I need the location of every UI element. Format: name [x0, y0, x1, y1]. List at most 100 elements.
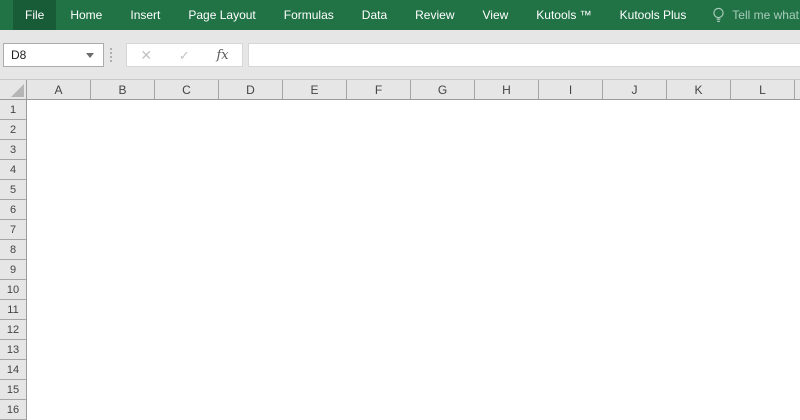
ribbon-tab[interactable]: Kutools Plus: [606, 0, 701, 30]
ribbon-tab[interactable]: Insert: [116, 0, 174, 30]
ribbon-tab-bar: File Home Insert Page Layout Formulas Da…: [0, 0, 800, 30]
ribbon-tabs: File Home Insert Page Layout Formulas Da…: [13, 0, 700, 30]
row-header[interactable]: 2: [0, 120, 26, 140]
row-header[interactable]: 9: [0, 260, 26, 280]
row-header[interactable]: 1: [0, 100, 26, 120]
row-header[interactable]: 16: [0, 400, 26, 420]
ribbon-tab-label: Insert: [130, 8, 161, 22]
row-header[interactable]: 7: [0, 220, 26, 240]
column-header-label: A: [54, 82, 63, 97]
row-header-label: 4: [9, 163, 17, 176]
column-header[interactable]: C: [155, 80, 219, 99]
ribbon-tab-label: Kutools ™: [536, 8, 592, 22]
row-header-label: 12: [6, 323, 20, 336]
row-header-label: 6: [9, 203, 17, 216]
ribbon-tab[interactable]: Home: [56, 0, 116, 30]
row-header-label: 14: [6, 363, 20, 376]
insert-function-icon[interactable]: fx: [216, 49, 228, 62]
ribbon-tab[interactable]: View: [469, 0, 523, 30]
column-header[interactable]: I: [539, 80, 603, 99]
row-header[interactable]: 13: [0, 340, 26, 360]
column-header-label: J: [631, 82, 638, 97]
row-header[interactable]: 12: [0, 320, 26, 340]
row-header[interactable]: 6: [0, 200, 26, 220]
row-header-label: 11: [7, 303, 19, 316]
ribbon-tab-label: Home: [70, 8, 103, 22]
ribbon-tab-label: File: [25, 8, 45, 22]
column-header-label: G: [437, 82, 448, 97]
row-header[interactable]: 5: [0, 180, 26, 200]
name-box-dropdown-icon[interactable]: [86, 52, 94, 58]
column-header-label: E: [310, 82, 319, 97]
row-headers: 1 2 3 4 5 6 7 8 9 10 11 12 13 14 15 16: [0, 100, 27, 420]
row-header-label: 5: [9, 183, 17, 196]
column-header[interactable]: H: [475, 80, 539, 99]
column-header[interactable]: L: [731, 80, 795, 99]
row-header-label: 7: [9, 223, 17, 236]
row-header[interactable]: 10: [0, 280, 26, 300]
row-header[interactable]: 4: [0, 160, 26, 180]
column-header-label: B: [118, 82, 127, 97]
column-header-label: K: [694, 82, 703, 97]
name-box[interactable]: D8: [3, 43, 104, 67]
row-header-label: 8: [9, 243, 17, 256]
tell-me-button[interactable]: Tell me what: [712, 0, 800, 30]
sheet-grid[interactable]: [27, 100, 800, 420]
column-header-label: L: [759, 82, 766, 97]
column-header[interactable]: F: [347, 80, 411, 99]
ribbon-tab[interactable]: Data: [348, 0, 401, 30]
name-box-value: D8: [11, 48, 27, 62]
column-header-fill: [795, 80, 800, 99]
row-header[interactable]: 11: [0, 300, 26, 320]
column-header[interactable]: D: [219, 80, 283, 99]
ribbon-tab[interactable]: File: [13, 0, 57, 30]
select-all-button[interactable]: [0, 80, 27, 99]
ribbon-tab-label: Formulas: [283, 8, 334, 22]
row-header[interactable]: 3: [0, 140, 26, 160]
row-header[interactable]: 14: [0, 360, 26, 380]
column-header-label: C: [182, 82, 191, 97]
ribbon-tab[interactable]: Kutools ™: [522, 0, 605, 30]
ribbon-tab[interactable]: Formulas: [270, 0, 348, 30]
cancel-icon[interactable]: ✕: [140, 48, 152, 62]
column-header-label: F: [374, 82, 383, 97]
row-header-label: 3: [9, 143, 17, 156]
excel-window: File Home Insert Page Layout Formulas Da…: [0, 0, 800, 420]
column-header[interactable]: G: [411, 80, 475, 99]
column-header[interactable]: J: [603, 80, 667, 99]
ribbon-tab-label: View: [482, 8, 509, 22]
enter-icon[interactable]: ✓: [179, 49, 190, 62]
row-header-label: 13: [6, 343, 20, 356]
column-header-list: A B C D E F G H I J K L: [27, 80, 795, 99]
column-header[interactable]: A: [27, 80, 91, 99]
ribbon-tab-label: Kutools Plus: [619, 8, 687, 22]
row-header[interactable]: 8: [0, 240, 26, 260]
row-header-label: 10: [6, 283, 20, 296]
ribbon-tab-label: Page Layout: [188, 8, 256, 22]
tell-me-label: Tell me what: [732, 8, 799, 22]
column-header-label: I: [568, 82, 573, 97]
column-header-label: D: [246, 82, 255, 97]
row-header-label: 15: [6, 383, 20, 396]
column-header[interactable]: E: [283, 80, 347, 99]
formula-input[interactable]: [248, 43, 800, 67]
column-headers: A B C D E F G H I J K L: [0, 79, 800, 100]
row-header-label: 9: [9, 263, 17, 276]
formula-bar-row: D8 ✕ ✓ fx: [0, 30, 800, 79]
column-header[interactable]: B: [91, 80, 155, 99]
ribbon-tab-label: Data: [361, 8, 388, 22]
ribbon-tab-label: Review: [415, 8, 455, 22]
row-header-label: 2: [9, 123, 17, 136]
column-header[interactable]: K: [667, 80, 731, 99]
worksheet-area: 1 2 3 4 5 6 7 8 9 10 11 12 13 14 15 16: [0, 100, 800, 420]
ribbon-tab[interactable]: Review: [401, 0, 468, 30]
lightbulb-icon: [713, 7, 724, 22]
select-all-triangle-icon: [11, 84, 24, 97]
formula-bar-grip-icon[interactable]: [110, 48, 112, 62]
column-header-label: H: [502, 82, 511, 97]
row-header[interactable]: 15: [0, 380, 26, 400]
row-header-label: 1: [9, 103, 17, 116]
row-header-label: 16: [6, 403, 20, 416]
ribbon-tab[interactable]: Page Layout: [174, 0, 269, 30]
formula-buttons: ✕ ✓ fx: [126, 43, 243, 67]
